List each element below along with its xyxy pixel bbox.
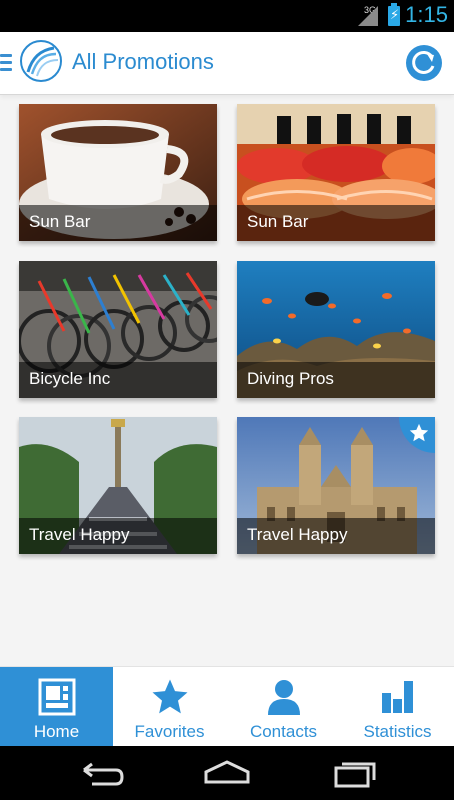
- tab-statistics[interactable]: Statistics: [341, 667, 454, 747]
- star-icon: [409, 423, 429, 442]
- promotion-card[interactable]: Sun Bar: [237, 104, 435, 241]
- tab-statistics-label: Statistics: [363, 722, 432, 741]
- tab-home-label: Home: [33, 722, 80, 741]
- promotion-label: Bicycle Inc: [29, 369, 111, 388]
- tab-contacts-label: Contacts: [249, 722, 318, 741]
- person-icon: [268, 680, 300, 715]
- hamburger-icon[interactable]: [0, 54, 14, 72]
- home-icon[interactable]: [202, 758, 252, 788]
- promotion-label: Sun Bar: [247, 212, 309, 231]
- promotion-label: Travel Happy: [247, 525, 348, 544]
- bottom-nav: Home Favorites Contacts Statistics: [0, 666, 454, 747]
- recents-icon[interactable]: [330, 758, 380, 788]
- tab-home[interactable]: Home: [0, 667, 113, 747]
- refresh-icon[interactable]: [406, 45, 442, 81]
- signal-icon: [358, 6, 378, 26]
- bar-chart-icon: [382, 681, 413, 713]
- status-bar: 3G ⚡ 1:15: [0, 0, 454, 32]
- home-grid-icon: [38, 678, 76, 716]
- promotion-card[interactable]: Travel Happy: [19, 417, 217, 554]
- tab-favorites[interactable]: Favorites: [113, 667, 226, 747]
- promotion-card[interactable]: Travel Happy: [237, 417, 435, 554]
- battery-icon: ⚡: [388, 3, 400, 26]
- tab-contacts[interactable]: Contacts: [227, 667, 340, 747]
- promotion-card[interactable]: Sun Bar: [19, 104, 217, 241]
- tab-favorites-label: Favorites: [134, 722, 205, 741]
- app-bar: All Promotions: [0, 32, 454, 94]
- promotion-label: Travel Happy: [29, 525, 130, 544]
- promotion-label: Sun Bar: [29, 212, 91, 231]
- back-icon[interactable]: [78, 758, 128, 788]
- star-icon: [152, 679, 188, 714]
- promotion-card[interactable]: Diving Pros: [237, 261, 435, 398]
- promotion-card[interactable]: Bicycle Inc: [19, 261, 217, 398]
- brand-logo[interactable]: [20, 40, 62, 82]
- system-nav-bar: [0, 746, 454, 800]
- page-title: All Promotions: [72, 49, 214, 74]
- promotion-label: Diving Pros: [247, 369, 334, 388]
- clock: 1:15: [405, 2, 448, 27]
